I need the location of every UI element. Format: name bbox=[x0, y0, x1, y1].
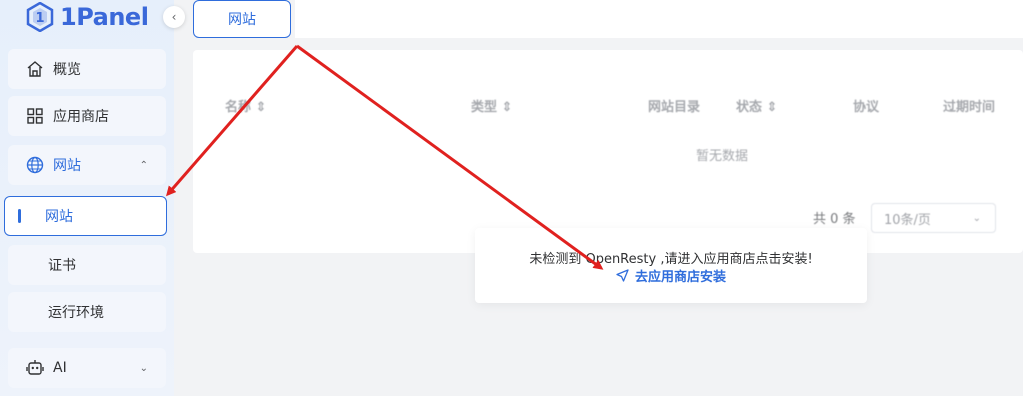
svg-text:1: 1 bbox=[35, 11, 44, 26]
page-size-select[interactable]: 10条/页 ⌄ bbox=[871, 203, 996, 233]
brand-logo[interactable]: 1 1Panel bbox=[26, 2, 149, 32]
websites-table: 名称 ⇕ 类型 ⇕ 网站目录 状态 ⇕ 协议 过期时间 暂无数据 共 0 条 1… bbox=[193, 50, 1023, 253]
sidebar-subitem-label: 证书 bbox=[48, 258, 76, 274]
sidebar-subitem-certificates[interactable]: 证书 bbox=[8, 245, 166, 285]
pagination-total: 共 0 条 bbox=[813, 212, 856, 227]
column-header-protocol: 协议 bbox=[853, 100, 880, 115]
column-header-directory: 网站目录 bbox=[648, 100, 701, 115]
chevron-left-icon: ‹ bbox=[171, 10, 177, 24]
tab-bar bbox=[295, 0, 1023, 38]
hexagon-logo-icon: 1 bbox=[26, 2, 54, 32]
sidebar-item-ai[interactable]: AI ⌄ bbox=[8, 348, 166, 388]
sidebar-item-app-store[interactable]: 应用商店 bbox=[8, 96, 166, 136]
grid-icon bbox=[25, 106, 45, 126]
collapse-sidebar-button[interactable]: ‹ bbox=[163, 6, 185, 28]
chevron-up-icon: ⌃ bbox=[139, 159, 148, 171]
sidebar-item-label: 网站 bbox=[53, 158, 81, 174]
sidebar-subitem-runtime[interactable]: 运行环境 bbox=[8, 292, 166, 332]
column-header-expiry: 过期时间 bbox=[943, 100, 996, 115]
notice-link-label: 去应用商店安装 bbox=[634, 270, 726, 285]
sidebar-subitem-label: 运行环境 bbox=[48, 305, 104, 321]
go-to-app-store-link[interactable]: 去应用商店安装 bbox=[475, 266, 867, 285]
tab-websites[interactable]: 网站 bbox=[193, 0, 291, 38]
home-icon bbox=[25, 59, 45, 79]
active-indicator bbox=[18, 209, 21, 223]
chevron-down-icon: ⌄ bbox=[972, 212, 981, 224]
sidebar-subitem-label: 网站 bbox=[45, 209, 73, 225]
sidebar-item-label: AI bbox=[53, 360, 67, 376]
brand-name: 1Panel bbox=[60, 3, 149, 31]
notice-message: 未检测到 OpenResty ,请进入应用商店点击安装! bbox=[529, 252, 813, 267]
sidebar-subitem-websites[interactable]: 网站 bbox=[4, 196, 167, 236]
openresty-missing-notice: 未检测到 OpenResty ,请进入应用商店点击安装! 去应用商店安装 bbox=[475, 228, 867, 303]
send-icon bbox=[616, 269, 629, 282]
sidebar-item-overview[interactable]: 概览 bbox=[8, 49, 166, 89]
column-header-status[interactable]: 状态 ⇕ bbox=[736, 96, 777, 115]
column-header-type[interactable]: 类型 ⇕ bbox=[471, 96, 512, 115]
robot-icon bbox=[25, 358, 45, 378]
sidebar-item-websites[interactable]: 网站 ⌃ bbox=[8, 145, 166, 185]
empty-state-text: 暂无数据 bbox=[696, 149, 749, 164]
globe-icon bbox=[25, 155, 45, 175]
page-size-value: 10条/页 bbox=[884, 212, 931, 228]
sidebar-item-label: 应用商店 bbox=[53, 109, 109, 125]
sidebar-item-label: 概览 bbox=[53, 62, 81, 78]
column-header-name[interactable]: 名称 ⇕ bbox=[225, 96, 266, 115]
chevron-down-icon: ⌄ bbox=[139, 362, 148, 374]
